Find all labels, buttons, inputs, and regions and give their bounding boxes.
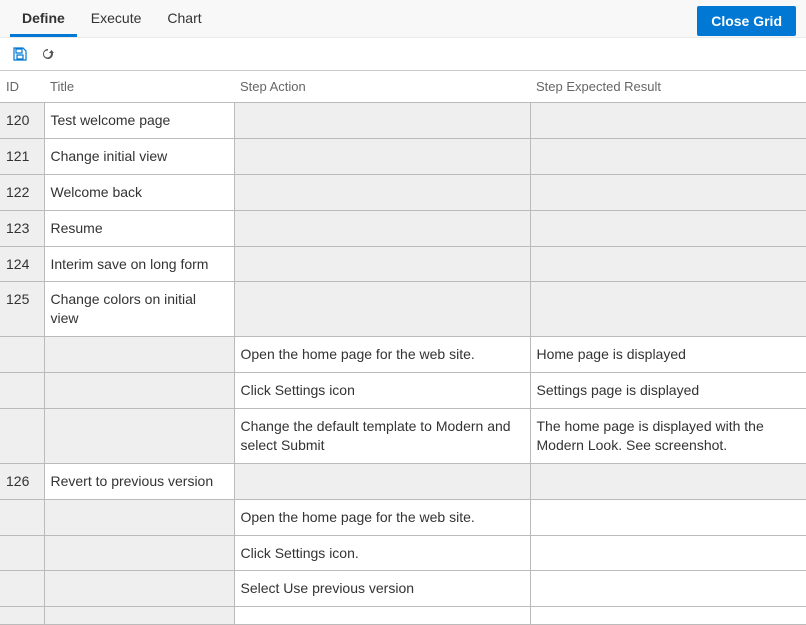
- cell-step-expected[interactable]: [530, 138, 806, 174]
- cell-step-action[interactable]: [234, 174, 530, 210]
- cell-id[interactable]: [0, 337, 44, 373]
- cell-step-expected[interactable]: [530, 607, 806, 625]
- table-row[interactable]: 121Change initial view: [0, 138, 806, 174]
- cell-id[interactable]: [0, 373, 44, 409]
- cell-title[interactable]: Welcome back: [44, 174, 234, 210]
- table-row[interactable]: Open the home page for the web site.: [0, 499, 806, 535]
- table-row[interactable]: 125Change colors on initial view: [0, 282, 806, 337]
- table-row[interactable]: 122Welcome back: [0, 174, 806, 210]
- refresh-icon[interactable]: [40, 46, 56, 62]
- table-row[interactable]: Open the home page for the web site.Home…: [0, 337, 806, 373]
- cell-step-action[interactable]: [234, 138, 530, 174]
- col-header-id[interactable]: ID: [0, 71, 44, 103]
- cell-title[interactable]: Interim save on long form: [44, 246, 234, 282]
- cell-step-action[interactable]: [234, 103, 530, 139]
- cell-step-expected[interactable]: The home page is displayed with the Mode…: [530, 409, 806, 464]
- cell-id[interactable]: 126: [0, 463, 44, 499]
- cell-id[interactable]: 124: [0, 246, 44, 282]
- cell-title[interactable]: [44, 535, 234, 571]
- close-grid-button[interactable]: Close Grid: [697, 6, 796, 36]
- cell-title[interactable]: [44, 499, 234, 535]
- cell-step-action[interactable]: Click Settings icon: [234, 373, 530, 409]
- cell-step-expected[interactable]: [530, 103, 806, 139]
- table-row[interactable]: Select Use previous version: [0, 571, 806, 607]
- cell-id[interactable]: [0, 571, 44, 607]
- cell-id[interactable]: 125: [0, 282, 44, 337]
- cell-step-action[interactable]: Change the default template to Modern an…: [234, 409, 530, 464]
- cell-step-action[interactable]: [234, 210, 530, 246]
- table-row[interactable]: Click Settings iconSettings page is disp…: [0, 373, 806, 409]
- save-icon[interactable]: [12, 46, 28, 62]
- cell-step-expected[interactable]: [530, 210, 806, 246]
- cell-title[interactable]: [44, 373, 234, 409]
- cell-id[interactable]: 123: [0, 210, 44, 246]
- table-row[interactable]: Change the default template to Modern an…: [0, 409, 806, 464]
- cell-step-expected[interactable]: [530, 174, 806, 210]
- cell-step-action[interactable]: [234, 246, 530, 282]
- cell-id[interactable]: [0, 607, 44, 625]
- cell-id[interactable]: 122: [0, 174, 44, 210]
- col-header-action[interactable]: Step Action: [234, 71, 530, 103]
- col-header-result[interactable]: Step Expected Result: [530, 71, 806, 103]
- cell-step-action[interactable]: [234, 607, 530, 625]
- cell-step-expected[interactable]: Settings page is displayed: [530, 373, 806, 409]
- cell-title[interactable]: [44, 409, 234, 464]
- cell-id[interactable]: 120: [0, 103, 44, 139]
- toolbar: [0, 37, 806, 70]
- tab-strip: Define Execute Chart: [10, 0, 214, 37]
- cell-id[interactable]: 121: [0, 138, 44, 174]
- table-row[interactable]: Click Settings icon.: [0, 535, 806, 571]
- cell-step-action[interactable]: Open the home page for the web site.: [234, 499, 530, 535]
- cell-step-expected[interactable]: Home page is displayed: [530, 337, 806, 373]
- cell-step-expected[interactable]: [530, 463, 806, 499]
- grid-header-row: ID Title Step Action Step Expected Resul…: [0, 71, 806, 103]
- col-header-title[interactable]: Title: [44, 71, 234, 103]
- cell-step-action[interactable]: [234, 463, 530, 499]
- table-row[interactable]: [0, 607, 806, 625]
- cell-step-expected[interactable]: [530, 499, 806, 535]
- cell-title[interactable]: Test welcome page: [44, 103, 234, 139]
- cell-title[interactable]: Revert to previous version: [44, 463, 234, 499]
- table-row[interactable]: 124Interim save on long form: [0, 246, 806, 282]
- cell-title[interactable]: [44, 607, 234, 625]
- cell-step-action[interactable]: Open the home page for the web site.: [234, 337, 530, 373]
- cell-id[interactable]: [0, 535, 44, 571]
- header-bar: Define Execute Chart Close Grid: [0, 0, 806, 37]
- tab-define[interactable]: Define: [10, 0, 77, 37]
- tab-chart[interactable]: Chart: [155, 0, 213, 37]
- cell-step-action[interactable]: [234, 282, 530, 337]
- cell-step-action[interactable]: Select Use previous version: [234, 571, 530, 607]
- cell-step-expected[interactable]: [530, 282, 806, 337]
- cell-title[interactable]: [44, 571, 234, 607]
- table-row[interactable]: 123Resume: [0, 210, 806, 246]
- cell-id[interactable]: [0, 409, 44, 464]
- cell-id[interactable]: [0, 499, 44, 535]
- cell-title[interactable]: Change colors on initial view: [44, 282, 234, 337]
- tab-execute[interactable]: Execute: [79, 0, 154, 37]
- table-row[interactable]: 120Test welcome page: [0, 103, 806, 139]
- cell-title[interactable]: Change initial view: [44, 138, 234, 174]
- test-grid: ID Title Step Action Step Expected Resul…: [0, 70, 806, 625]
- cell-step-action[interactable]: Click Settings icon.: [234, 535, 530, 571]
- cell-step-expected[interactable]: [530, 535, 806, 571]
- cell-title[interactable]: Resume: [44, 210, 234, 246]
- table-row[interactable]: 126Revert to previous version: [0, 463, 806, 499]
- cell-step-expected[interactable]: [530, 246, 806, 282]
- cell-step-expected[interactable]: [530, 571, 806, 607]
- cell-title[interactable]: [44, 337, 234, 373]
